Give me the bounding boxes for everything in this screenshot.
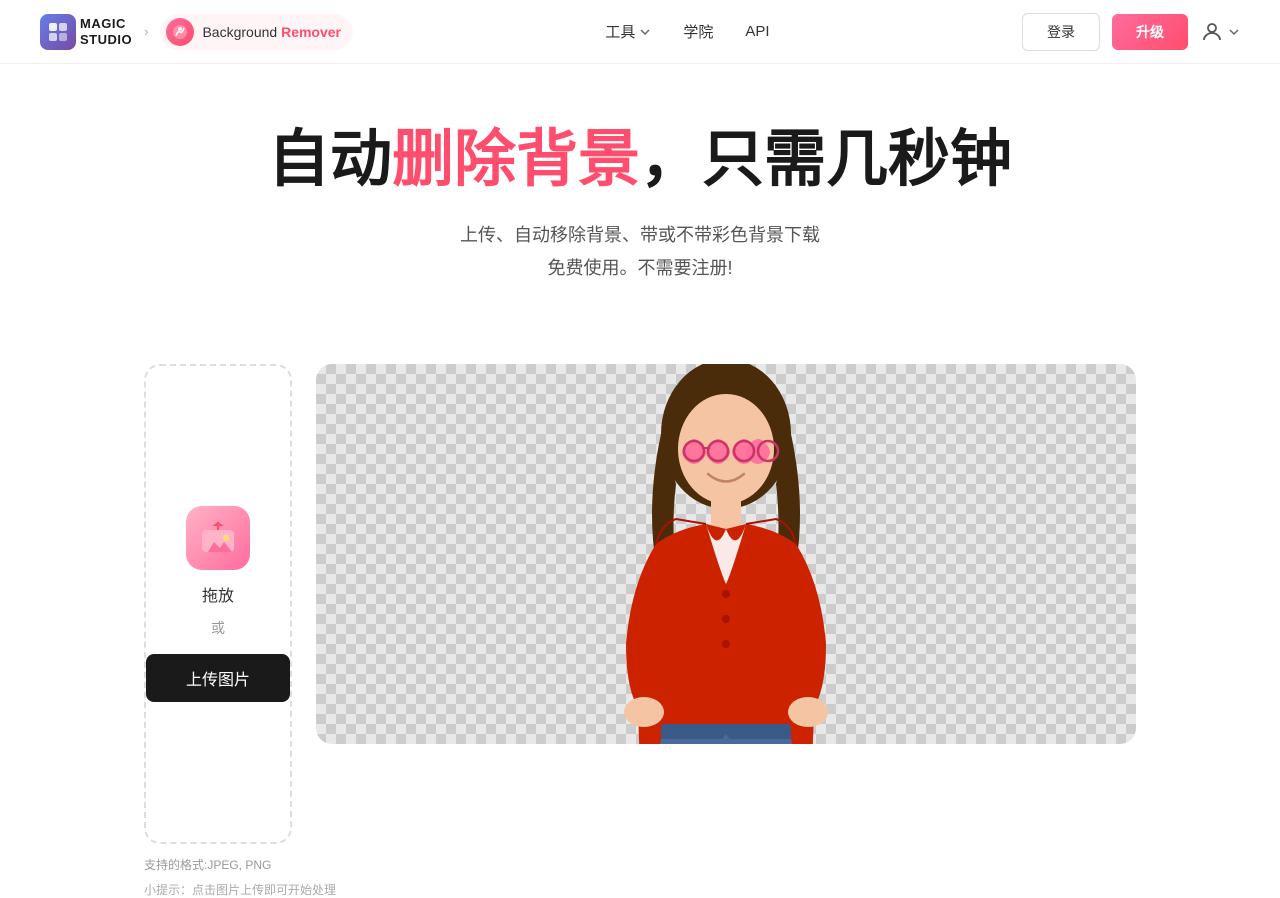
bottom-hint: 小提示：点击图片上传即可开始处理 [0,881,1280,898]
logo-text: MAGICSTUDIO [80,16,132,47]
nav-left: MAGICSTUDIO › Background Remover [40,14,353,50]
user-dropdown-icon [1228,26,1240,38]
logo-icon [40,14,76,50]
format-hint: 支持的格式:JPEG, PNG [144,856,271,873]
hero-subtitle: 上传、自动移除背景、带或不带彩色背景下载 免费使用。不需要注册! [40,219,1240,284]
navbar: MAGICSTUDIO › Background Remover 工具 学 [0,0,1280,64]
or-text: 或 [211,618,225,638]
dropdown-icon [639,26,651,38]
upload-button[interactable]: 上传图片 [146,654,290,702]
breadcrumb-arrow: › [144,24,148,39]
nav-academy[interactable]: 学院 [683,21,713,42]
nav-tools[interactable]: 工具 [605,21,651,42]
user-menu[interactable] [1200,20,1240,44]
drag-text: 拖放 [202,582,234,606]
upload-dropzone[interactable]: 拖放 或 上传图片 [144,364,292,844]
preview-placeholder [316,364,1136,744]
hero-title: 自动删除背景，只需几秒钟 [40,124,1240,195]
magic-studio-logo[interactable]: MAGICSTUDIO [40,14,132,50]
nav-center: 工具 学院 API [605,21,769,42]
preview-svg [576,364,876,744]
hero-section: 自动删除背景，只需几秒钟 上传、自动移除背景、带或不带彩色背景下载 免费使用。不… [0,64,1280,364]
preview-area [316,364,1136,744]
tool-badge-icon [166,18,194,46]
user-icon [1200,20,1224,44]
nav-right: 登录 升级 [1022,13,1240,51]
nav-api[interactable]: API [745,23,769,40]
tool-name: Background Remover [202,24,341,40]
upgrade-button[interactable]: 升级 [1112,14,1188,50]
upload-icon [186,506,250,570]
main-content: 拖放 或 上传图片 支持的格式:JPEG, PNG [0,364,1280,873]
tool-badge[interactable]: Background Remover [160,14,353,50]
login-button[interactable]: 登录 [1022,13,1100,51]
